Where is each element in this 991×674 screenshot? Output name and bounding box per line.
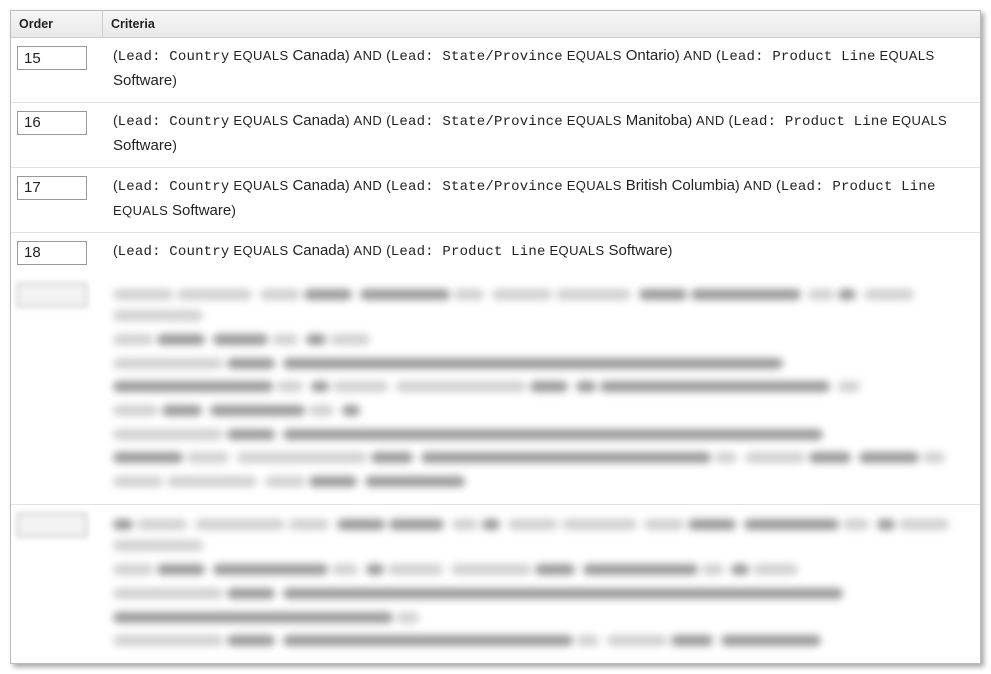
table-row-blurred xyxy=(11,275,980,505)
table-row-blurred xyxy=(11,505,980,663)
criteria-text: (Lead: Country EQUALS Canada) AND (Lead:… xyxy=(103,174,974,222)
order-input[interactable] xyxy=(17,46,87,70)
order-input-blurred[interactable] xyxy=(17,513,87,537)
order-input[interactable] xyxy=(17,176,87,200)
criteria-blurred xyxy=(103,281,974,494)
order-input-blurred[interactable] xyxy=(17,283,87,307)
header-criteria: Criteria xyxy=(103,11,980,37)
criteria-text: (Lead: Country EQUALS Canada) AND (Lead:… xyxy=(103,239,974,264)
criteria-text: (Lead: Country EQUALS Canada) AND (Lead:… xyxy=(103,44,974,92)
order-input[interactable] xyxy=(17,111,87,135)
order-input[interactable] xyxy=(17,241,87,265)
table-row: (Lead: Country EQUALS Canada) AND (Lead:… xyxy=(11,233,980,275)
header-order: Order xyxy=(11,11,103,37)
criteria-blurred xyxy=(103,511,974,653)
table-row: (Lead: Country EQUALS Canada) AND (Lead:… xyxy=(11,103,980,168)
rules-table: Order Criteria (Lead: Country EQUALS Can… xyxy=(10,10,981,664)
table-row: (Lead: Country EQUALS Canada) AND (Lead:… xyxy=(11,168,980,233)
table-row: (Lead: Country EQUALS Canada) AND (Lead:… xyxy=(11,38,980,103)
criteria-text: (Lead: Country EQUALS Canada) AND (Lead:… xyxy=(103,109,974,157)
table-header: Order Criteria xyxy=(11,11,980,38)
